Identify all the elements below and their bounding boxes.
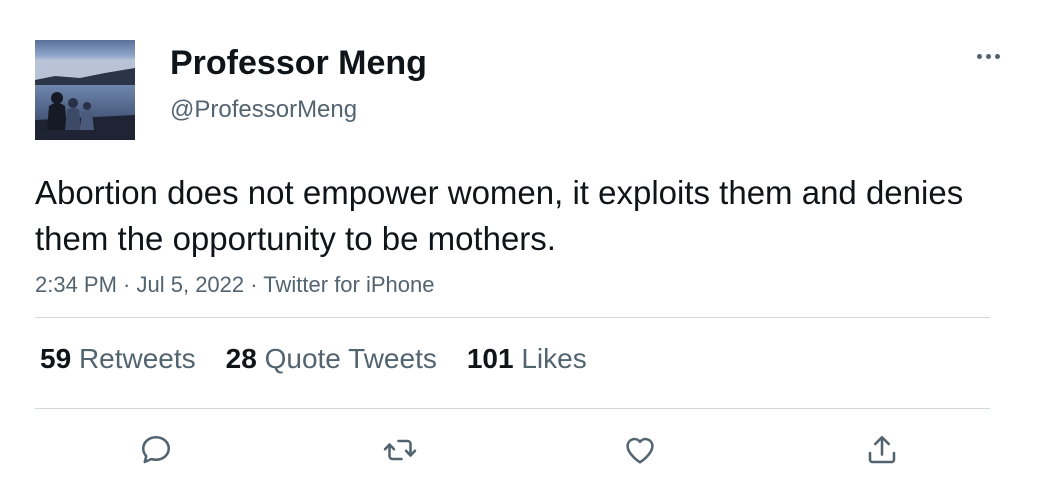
share-icon xyxy=(868,435,896,464)
retweet-icon xyxy=(383,439,417,461)
retweets-count: 59 xyxy=(40,343,72,374)
reply-button[interactable] xyxy=(136,430,176,470)
more-options-button[interactable] xyxy=(968,44,1008,68)
likes-label: Likes xyxy=(521,343,587,374)
likes-count: 101 xyxy=(466,343,514,374)
quote-tweets-count: 28 xyxy=(225,343,257,374)
reply-icon xyxy=(141,435,171,464)
retweets-stat[interactable]: 59 Retweets xyxy=(40,341,196,377)
tweet-text: Abortion does not empower women, it expl… xyxy=(35,174,964,257)
more-dot xyxy=(994,53,1000,59)
author-display-name[interactable]: Professor Meng xyxy=(170,43,427,83)
more-dot xyxy=(985,53,991,59)
quote-tweets-stat[interactable]: 28 Quote Tweets xyxy=(226,341,437,377)
tweet-date[interactable]: Jul 5, 2022 xyxy=(137,272,245,297)
retweet-button[interactable] xyxy=(380,430,420,470)
tweet-meta: 2:34 PM · Jul 5, 2022 · Twitter for iPho… xyxy=(35,271,434,299)
tweet-time[interactable]: 2:34 PM xyxy=(35,272,117,297)
retweets-label: Retweets xyxy=(78,343,196,374)
quote-tweets-label: Quote Tweets xyxy=(264,343,437,374)
heart-icon xyxy=(626,437,654,464)
more-horizontal-icon xyxy=(976,53,982,59)
meta-separator: · xyxy=(244,272,264,297)
share-button[interactable] xyxy=(862,430,902,470)
tweet-stats: 59 Retweets 28 Quote Tweets 101 Likes xyxy=(40,341,617,377)
author-handle[interactable]: @ProfessorMeng xyxy=(170,96,357,124)
tweet-source[interactable]: Twitter for iPhone xyxy=(263,272,434,297)
like-button[interactable] xyxy=(620,430,660,470)
avatar[interactable] xyxy=(35,40,135,140)
avatar-photo xyxy=(35,40,135,140)
likes-stat[interactable]: 101 Likes xyxy=(467,341,587,377)
divider xyxy=(35,317,990,318)
divider xyxy=(35,408,990,409)
meta-separator: · xyxy=(116,272,137,297)
